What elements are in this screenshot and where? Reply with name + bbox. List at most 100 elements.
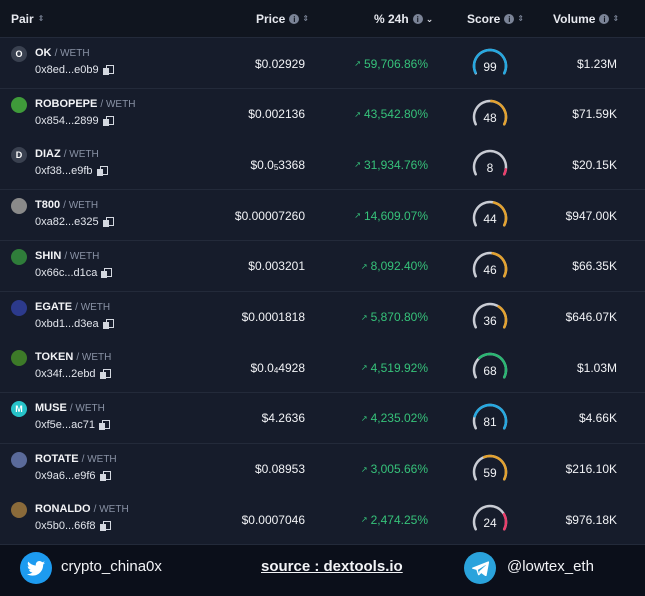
player-icon [11,502,27,519]
score-value: 36 [483,313,497,328]
copy-icon[interactable] [102,318,114,329]
volume-value: $1.23M [576,56,617,71]
score-value: 99 [483,60,497,74]
pair-name[interactable]: ROTATE / WETH [35,453,117,465]
table-row[interactable]: TOKEN / WETH 0x34f...2ebd $0.0 4 4928 ↗ 4,519.… [0,342,645,394]
price-column-header[interactable]: Price i ⇕ [256,0,309,38]
price-zero-count: 5 [273,163,279,173]
pair-quote: / WETH [63,149,99,161]
score-gauge: 68 [470,351,510,387]
twitter-icon[interactable] [20,552,52,584]
copy-icon[interactable] [99,470,111,481]
change-value: 43,542.80% [363,107,428,122]
change-24h: ↗ 59,706.86% [354,38,428,89]
source-link[interactable]: source : dextools.io [261,558,403,575]
price-digits: 3368 [278,157,305,172]
change-24h: ↗ 5,870.80% [361,292,428,343]
score-value: 48 [483,110,497,125]
price-prefix: $0.0 [250,157,274,172]
pair-quote: / WETH [64,250,100,262]
score-gauge: 44 [470,199,510,235]
sort-icon: ⇕ [37,14,45,23]
table-row[interactable]: D DIAZ / WETH 0xf38...e9fb $0.0 5 3368 ↗ 31,934… [0,139,645,191]
change-column-header[interactable]: % 24h i ⌄ [374,0,433,38]
pair-address: 0x5b0...66f8 [35,520,111,532]
change-24h: ↗ 4,235.02% [361,393,428,444]
pair-symbol: ROBOPEPE [35,97,98,110]
pairs-table: Pair ⇕ Price i ⇕ % 24h i ⌄ Score i ⇕ Vol… [0,0,645,546]
pair-quote: / WETH [93,504,129,516]
change-value: 31,934.76% [363,157,428,172]
address-text: 0x854...2899 [35,114,99,127]
pair-name[interactable]: OK / WETH [35,47,90,59]
frog-icon [11,96,27,113]
table-row[interactable]: EGATE / WETH 0xbd1...d3ea $0.0001818 ↗ 5,870… [0,291,645,343]
copy-icon[interactable] [102,217,114,228]
pair-column-header[interactable]: Pair ⇕ [11,0,44,38]
table-row[interactable]: O OK / WETH 0x8ed...e0b9 $0.02929 ↗ 59,706.86… [0,38,645,89]
info-icon[interactable]: i [412,14,423,24]
copy-icon[interactable] [99,369,111,380]
pair-quote: / WETH [54,48,90,59]
score-value: 8 [486,161,494,176]
telegram-handle[interactable]: @lowtex_eth [507,558,594,575]
copy-icon[interactable] [99,521,111,532]
price-value: $0.0001818 [241,310,305,324]
arrow-up-icon: ↗ [354,109,361,119]
gate-icon [11,299,27,316]
volume-value: $4.66K [578,411,617,426]
address-text: 0xf38...e9fb [35,165,93,178]
price-value: $0.002136 [248,107,305,122]
pair-name[interactable]: T800 / WETH [35,199,98,211]
table-row[interactable]: ROBOPEPE / WETH 0x854...2899 $0.002136 ↗ 43,… [0,88,645,140]
pair-address: 0x854...2899 [35,114,114,127]
copy-icon[interactable] [102,65,114,75]
telegram-icon[interactable] [464,552,496,584]
volume-column-header[interactable]: Volume i ⇕ [553,0,619,38]
pair-name[interactable]: RONALDO / WETH [35,503,129,515]
pair-address: 0x8ed...e0b9 [35,64,114,76]
info-icon[interactable]: i [289,14,300,24]
info-icon[interactable]: i [599,14,610,24]
info-icon[interactable]: i [504,14,515,24]
twitter-handle[interactable]: crypto_china0x [61,558,162,575]
score-value: 59 [483,465,497,480]
copy-icon[interactable] [102,115,114,126]
address-text: 0x34f...2ebd [35,368,96,381]
change-24h: ↗ 43,542.80% [354,89,428,140]
change-value: 2,474.25% [370,512,428,527]
pair-name[interactable]: ROBOPEPE / WETH [35,98,135,110]
table-row[interactable]: T800 / WETH 0xa82...e325 $0.00007260 ↗ 14,60… [0,190,645,242]
change-value: 3,005.66% [370,462,428,477]
pair-name[interactable]: SHIN / WETH [35,250,99,262]
score-gauge: 99 [470,47,510,83]
pair-name[interactable]: EGATE / WETH [35,301,110,313]
score-column-header[interactable]: Score i ⇕ [467,0,524,38]
volume-value: $976.18K [565,512,617,527]
pair-name[interactable]: MUSE / WETH [35,402,105,414]
copy-icon[interactable] [101,267,113,278]
arrow-up-icon: ↗ [354,211,361,221]
table-row[interactable]: RONALDO / WETH 0x5b0...66f8 $0.0007046 ↗ 2,4… [0,494,645,546]
address-text: 0x8ed...e0b9 [35,64,99,76]
copy-icon[interactable] [96,166,108,177]
pair-symbol: EGATE [35,300,73,313]
chevron-down-icon: ⌄ [425,13,434,24]
arrow-up-icon: ↗ [360,464,368,474]
pair-symbol: TOKEN [35,351,74,364]
letter-d-icon: D [11,147,27,164]
table-row[interactable]: M MUSE / WETH 0xf5e...ac71 $4.2636 ↗ 4,235.02… [0,392,645,444]
pair-address: 0x66c...d1ca [35,267,113,279]
copy-icon[interactable] [98,419,110,430]
pair-name[interactable]: DIAZ / WETH [35,148,99,160]
table-row[interactable]: ROTATE / WETH 0x9a6...e9f6 $0.08953 ↗ 3,005.… [0,443,645,495]
volume-value: $66.35K [572,259,617,274]
score-gauge: 46 [470,250,510,286]
price-value: $0.003201 [248,259,305,274]
address-text: 0xa82...e325 [35,216,99,229]
score-value: 44 [483,212,497,227]
arrow-up-icon: ↗ [360,515,368,525]
pair-name[interactable]: TOKEN / WETH [35,351,111,363]
table-row[interactable]: SHIN / WETH 0x66c...d1ca $0.003201 ↗ 8,092.4… [0,240,645,292]
volume-value: $947.00K [565,208,617,223]
